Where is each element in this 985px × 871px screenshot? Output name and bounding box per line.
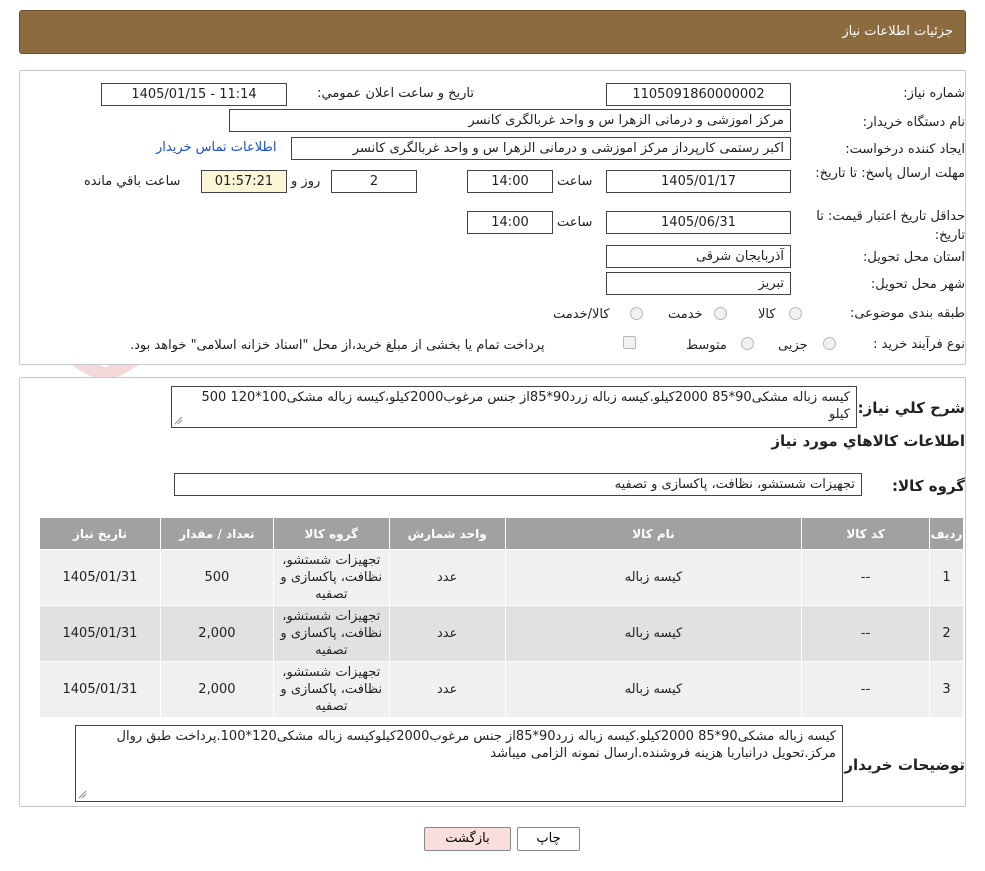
table-row: 1 -- کیسه زباله عدد تجهیزات شستشو، نظافت… (39, 549, 964, 606)
category-radio-goods[interactable] (789, 307, 802, 320)
col-header-name: نام کالا (504, 517, 803, 550)
cell-group: تجهیزات شستشو، نظافت، پاکسازی و تصفیه (272, 661, 390, 718)
goods-table: ردیف کد کالا نام کالا واحد شمارش گروه کا… (39, 517, 964, 718)
cell-date: 1405/01/31 (39, 605, 161, 662)
province-label: استان محل تحویل: (863, 250, 965, 265)
cell-group: تجهیزات شستشو، نظافت، پاکسازی و تصفیه (272, 549, 390, 606)
cell-code: -- (801, 661, 931, 718)
announce-label: تاریخ و ساعت اعلان عمومي: (317, 86, 474, 101)
buyer-label: نام دستگاه خریدار: (862, 115, 965, 130)
col-header-row-number: ردیف (929, 517, 964, 550)
process-option-minor: جزیی (778, 338, 808, 353)
payment-note: پرداخت تمام یا بخشی از مبلغ خرید،از محل … (130, 338, 545, 353)
deadline-time-label: ساعت (557, 174, 593, 189)
cell-date: 1405/01/31 (39, 661, 161, 718)
validity-label: حداقل تاریخ اعتبار قیمت: تا تاریخ: (816, 209, 965, 243)
buyer-notes-textarea: کیسه زباله مشکی90*85 2000کیلو.کیسه زباله… (75, 725, 843, 802)
col-header-quantity: تعداد / مقدار (159, 517, 274, 550)
cell-name: کیسه زباله (504, 661, 803, 718)
table-row: 2 -- کیسه زباله عدد تجهیزات شستشو، نظافت… (39, 605, 964, 662)
summary-textarea: کیسه زباله مشکی90*85 2000کیلو.کیسه زباله… (171, 386, 857, 428)
category-radio-both[interactable] (630, 307, 643, 320)
cell-unit: عدد (388, 605, 506, 662)
col-header-group: گروه کالا (272, 517, 390, 550)
cell-name: کیسه زباله (504, 605, 803, 662)
category-option-goods: کالا (758, 307, 776, 322)
process-label: نوع فرآیند خرید : (873, 337, 965, 352)
back-button[interactable]: بازگشت (424, 827, 511, 851)
cell-code: -- (801, 605, 931, 662)
cell-row-number: 2 (929, 605, 964, 662)
province-field: آذربایجان شرقی (606, 245, 791, 268)
page-header: جزئیات اطلاعات نیاز (19, 10, 966, 54)
deadline-time-field: 14:00 (467, 170, 553, 193)
cell-unit: عدد (388, 549, 506, 606)
cell-row-number: 1 (929, 549, 964, 606)
cell-code: -- (801, 549, 931, 606)
col-header-unit: واحد شمارش (388, 517, 506, 550)
buyer-field: مرکز اموزشی و درمانی الزهرا س و واحد غرب… (229, 109, 791, 132)
resize-grip-icon[interactable] (78, 790, 87, 799)
cell-quantity: 500 (159, 549, 274, 606)
cell-quantity: 2,000 (159, 661, 274, 718)
page-title: جزئیات اطلاعات نیاز (842, 24, 953, 39)
print-button[interactable]: چاپ (517, 827, 580, 851)
process-radio-minor[interactable] (823, 337, 836, 350)
need-number-label: شماره نیاز: (903, 86, 965, 101)
cell-quantity: 2,000 (159, 605, 274, 662)
category-label: طبقه بندی موضوعی: (849, 306, 965, 321)
buyer-notes-text: کیسه زباله مشکی90*85 2000کیلو.کیسه زباله… (116, 729, 836, 761)
summary-label: شرح کلي نیاز: (857, 399, 965, 417)
city-field: تبریز (606, 272, 791, 295)
resize-grip-icon[interactable] (174, 416, 183, 425)
validity-time-field: 14:00 (467, 211, 553, 234)
announce-field: 1405/01/15 - 11:14 (101, 83, 287, 106)
creator-field: اکبر رستمی کارپرداز مرکز اموزشی و درمانی… (291, 137, 791, 160)
table-row: 3 -- کیسه زباله عدد تجهیزات شستشو، نظافت… (39, 661, 964, 718)
category-option-both: کالا/خدمت (553, 307, 610, 322)
category-radio-service[interactable] (714, 307, 727, 320)
deadline-label: مهلت ارسال پاسخ: تا تاریخ: (815, 166, 965, 181)
cell-row-number: 3 (929, 661, 964, 718)
summary-text: کیسه زباله مشکی90*85 2000کیلو.کیسه زباله… (201, 390, 850, 422)
validity-time-label: ساعت (557, 215, 593, 230)
cell-group: تجهیزات شستشو، نظافت، پاکسازی و تصفیه (272, 605, 390, 662)
process-radio-medium[interactable] (741, 337, 754, 350)
creator-label: ایجاد کننده درخواست: (845, 142, 965, 157)
goods-group-label: گروه کالا: (892, 477, 965, 495)
process-option-medium: متوسط (686, 338, 727, 353)
cell-unit: عدد (388, 661, 506, 718)
days-field: 2 (331, 170, 417, 193)
goods-section-title: اطلاعات کالاهاي مورد نیاز (771, 432, 965, 450)
remaining-label: ساعت باقي مانده (84, 174, 181, 189)
cell-name: کیسه زباله (504, 549, 803, 606)
category-option-service: خدمت (668, 307, 703, 322)
days-label: روز و (291, 174, 321, 189)
goods-group-field: تجهیزات شستشو، نظافت، پاکسازی و تصفیه (174, 473, 862, 496)
col-header-date: تاریخ نیاز (39, 517, 161, 550)
buyer-contact-link[interactable]: اطلاعات تماس خریدار (156, 140, 276, 155)
remaining-time-field: 01:57:21 (201, 170, 287, 193)
deadline-date-field: 1405/01/17 (606, 170, 791, 193)
table-header-row: ردیف کد کالا نام کالا واحد شمارش گروه کا… (39, 517, 964, 550)
cell-date: 1405/01/31 (39, 549, 161, 606)
col-header-code: کد کالا (801, 517, 931, 550)
city-label: شهر محل تحویل: (870, 277, 965, 292)
buyer-notes-label: توضیحات خریدار: (838, 756, 965, 774)
need-number-field: 1105091860000002 (606, 83, 791, 106)
validity-date-field: 1405/06/31 (606, 211, 791, 234)
treasury-checkbox[interactable] (623, 336, 636, 349)
